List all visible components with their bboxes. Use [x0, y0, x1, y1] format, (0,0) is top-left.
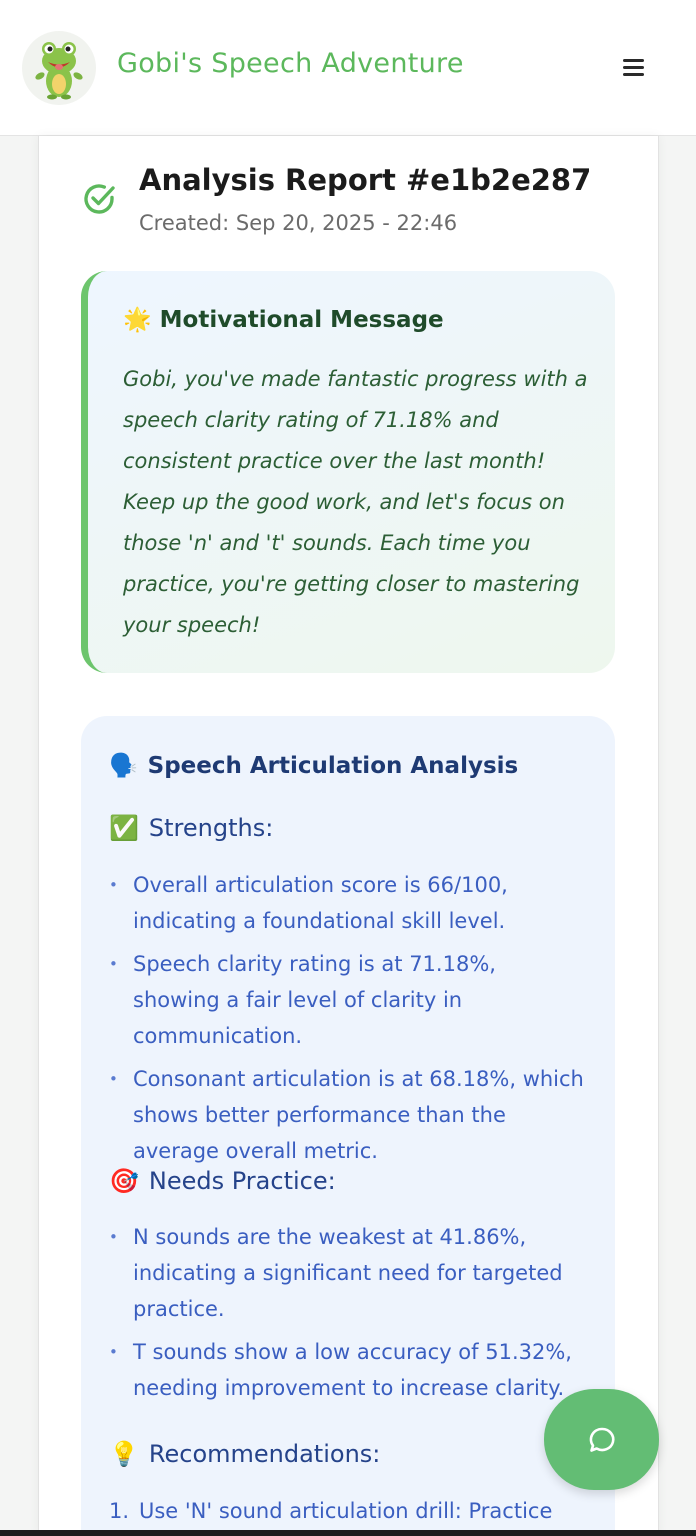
analysis-heading: 🗣️ Speech Articulation Analysis	[109, 752, 518, 779]
report-title: Analysis Report #e1b2e287	[139, 163, 592, 197]
needs-practice-title-label: Needs Practice:	[148, 1167, 336, 1195]
chat-bubble-icon	[589, 1427, 615, 1452]
needs-practice-list: N sounds are the weakest at 41.86%, indi…	[109, 1219, 589, 1413]
strengths-title: ✅ Strengths:	[109, 814, 273, 842]
recommendations-title: 💡 Recommendations:	[109, 1440, 380, 1468]
check-circle-icon	[81, 181, 117, 217]
frog-mascot-icon[interactable]	[22, 31, 96, 105]
hamburger-menu-icon[interactable]	[615, 52, 651, 82]
list-number: 1.	[109, 1499, 130, 1523]
motivational-heading-label: Motivational Message	[159, 307, 444, 333]
needs-practice-title: 🎯 Needs Practice:	[109, 1167, 336, 1195]
list-item: Overall articulation score is 66/100, in…	[109, 867, 589, 939]
bottom-edge	[0, 1530, 696, 1536]
list-item: Speech clarity rating is at 71.18%, show…	[109, 946, 589, 1054]
motivational-heading: 🌟 Motivational Message	[123, 306, 444, 333]
report-created-date: Created: Sep 20, 2025 - 22:46	[139, 211, 458, 235]
speaking-head-icon: 🗣️	[109, 753, 138, 779]
lightbulb-icon: 💡	[109, 1440, 139, 1468]
strengths-list: Overall articulation score is 66/100, in…	[109, 867, 589, 1176]
motivational-text: Gobi, you've made fantastic progress wit…	[123, 367, 588, 637]
analysis-heading-label: Speech Articulation Analysis	[147, 753, 519, 779]
list-item: 1. Use 'N' sound articulation drill: Prac…	[109, 1493, 589, 1529]
recommendations-title-label: Recommendations:	[148, 1440, 381, 1468]
articulation-analysis-panel: 🗣️ Speech Articulation Analysis ✅ Strength…	[81, 716, 615, 1536]
recommendations-list: 1. Use 'N' sound articulation drill: Prac…	[109, 1493, 589, 1529]
app-title[interactable]: Gobi's Speech Adventure	[117, 48, 464, 79]
motivational-message-panel: 🌟 Motivational Message Gobi, you've made …	[81, 271, 615, 673]
chat-button[interactable]	[544, 1389, 659, 1490]
list-item: T sounds show a low accuracy of 51.32%, …	[109, 1334, 589, 1406]
list-item: N sounds are the weakest at 41.86%, indi…	[109, 1219, 589, 1327]
star-icon: 🌟	[123, 307, 152, 333]
app-header: Gobi's Speech Adventure	[0, 0, 696, 136]
list-item: Consonant articulation is at 68.18%, whi…	[109, 1061, 589, 1169]
target-icon: 🎯	[109, 1167, 139, 1195]
list-item-text: Use 'N' sound articulation drill: Practi…	[139, 1499, 553, 1523]
strengths-title-label: Strengths:	[148, 814, 274, 842]
checkmark-icon: ✅	[109, 814, 139, 842]
